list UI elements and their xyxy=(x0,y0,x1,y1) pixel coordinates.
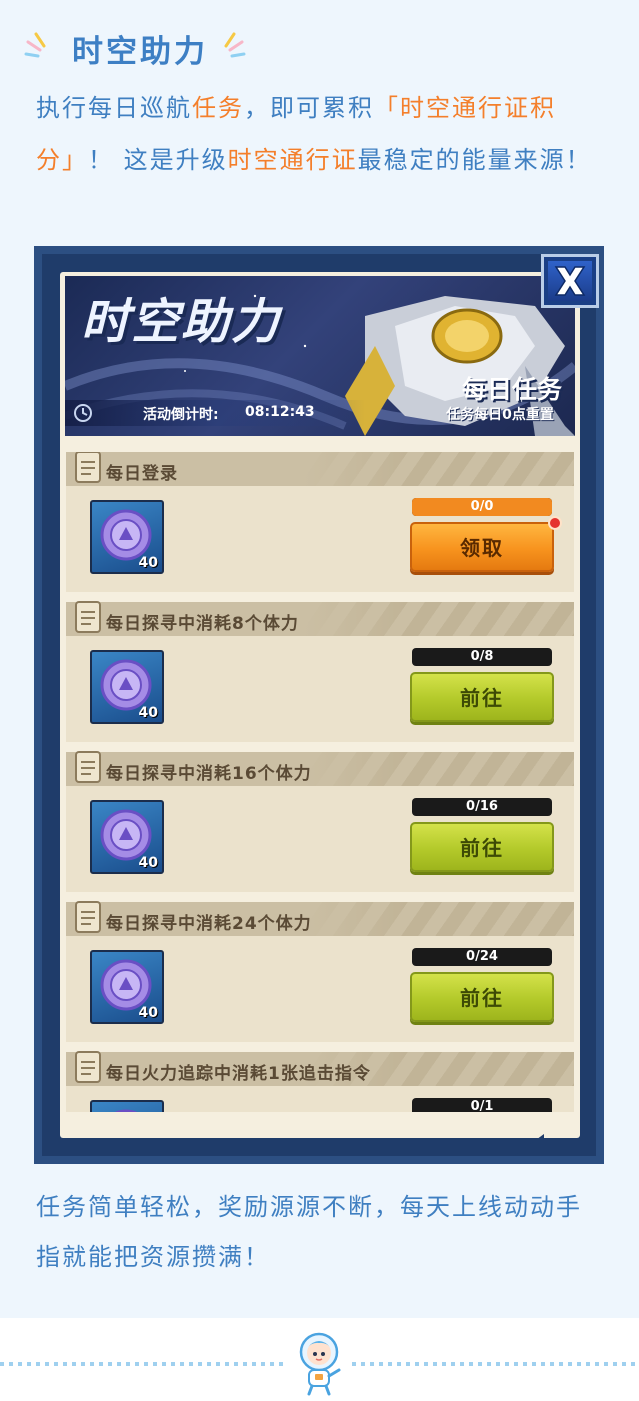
intro-text: ！ 这是升级 xyxy=(88,146,228,174)
reward-item[interactable]: 40 xyxy=(90,650,164,724)
progress-text: 0/8 xyxy=(470,649,494,664)
intro-text: ，即可累积 xyxy=(244,94,374,122)
x-close-icon xyxy=(554,266,586,296)
task-row: 每日探寻中消耗16个体力 40 0/16 前往 xyxy=(66,751,574,892)
sparkle-left-icon xyxy=(24,32,46,58)
dotted-divider-left xyxy=(0,1362,288,1366)
go-button[interactable]: 前往 xyxy=(410,672,554,722)
reward-count: 40 xyxy=(138,555,158,571)
intro-text: 最稳定的能量来源！ xyxy=(357,146,592,174)
scroll-icon xyxy=(75,1051,101,1083)
frame-corner-notch xyxy=(514,1134,544,1156)
scroll-icon xyxy=(75,601,101,633)
scroll-icon xyxy=(75,901,101,933)
task-title: 每日探寻中消耗8个体力 xyxy=(106,614,299,634)
sparkle-right-icon xyxy=(224,32,246,58)
progress-bar: 0/16 xyxy=(412,798,552,816)
progress-bar: 0/0 xyxy=(412,498,552,516)
reward-count: 40 xyxy=(138,855,158,871)
task-panel: 时空助力 每日任务 任务每日0点重置 活动倒计时: 08:12:43 每日登录 xyxy=(60,272,580,1138)
task-row: 每日火力追踪中消耗1张追击指令 0/1 xyxy=(66,1051,574,1112)
intro-text: 执行每日巡航 xyxy=(36,94,192,122)
task-title: 每日登录 xyxy=(106,464,178,484)
task-title: 每日探寻中消耗24个体力 xyxy=(106,914,312,934)
reward-count: 40 xyxy=(138,705,158,721)
section-title: 时空助力 xyxy=(72,34,208,70)
event-banner: 时空助力 每日任务 任务每日0点重置 活动倒计时: 08:12:43 xyxy=(65,276,575,436)
task-row: 每日登录 40 0/0 领取 xyxy=(66,452,574,592)
daily-reset-note: 任务每日0点重置 xyxy=(446,407,554,423)
task-title: 每日探寻中消耗16个体力 xyxy=(106,764,312,784)
claim-button[interactable]: 领取 xyxy=(410,522,554,572)
reward-item[interactable]: 40 xyxy=(90,800,164,874)
progress-bar: 0/24 xyxy=(412,948,552,966)
reward-item[interactable]: 40 xyxy=(90,950,164,1024)
countdown-label: 活动倒计时: xyxy=(143,407,219,423)
task-list[interactable]: 每日登录 40 0/0 领取 每日探寻中消耗8个体力 40 0/8 前往 每日探… xyxy=(60,452,580,1112)
progress-text: 0/16 xyxy=(466,799,498,814)
dotted-divider-right xyxy=(352,1362,639,1366)
progress-bar: 0/1 xyxy=(412,1098,552,1112)
reward-count: 40 xyxy=(138,1005,158,1021)
progress-text: 0/1 xyxy=(470,1099,494,1112)
countdown-value: 08:12:43 xyxy=(245,404,315,420)
reward-item[interactable]: 40 xyxy=(90,500,164,574)
progress-bar: 0/8 xyxy=(412,648,552,666)
intro-highlight-task: 任务 xyxy=(192,94,244,122)
progress-text: 0/0 xyxy=(470,499,494,514)
close-button-face xyxy=(548,261,592,301)
scroll-icon xyxy=(75,452,101,483)
close-button[interactable] xyxy=(541,254,599,308)
banner-title: 时空助力 xyxy=(81,294,282,350)
intro-highlight-pass: 时空通行证 xyxy=(227,146,358,174)
daily-tasks-title: 每日任务 xyxy=(461,375,562,404)
task-row: 每日探寻中消耗8个体力 40 0/8 前往 xyxy=(66,601,574,742)
task-title: 每日火力追踪中消耗1张追击指令 xyxy=(106,1064,371,1084)
task-row: 每日探寻中消耗24个体力 40 0/24 前往 xyxy=(66,901,574,1042)
game-screenshot: 时空助力 每日任务 任务每日0点重置 活动倒计时: 08:12:43 每日登录 xyxy=(34,246,604,1164)
scroll-icon xyxy=(75,751,101,783)
clock-icon xyxy=(74,404,92,422)
notification-dot xyxy=(548,516,562,530)
pass-point-icon xyxy=(115,1109,137,1112)
section-header: 时空助力 xyxy=(20,22,280,70)
astronaut-mascot-icon xyxy=(299,1332,341,1396)
countdown-bar: 活动倒计时: 08:12:43 xyxy=(65,400,365,426)
progress-text: 0/24 xyxy=(466,949,498,964)
intro-paragraph: 执行每日巡航任务，即可累积「时空通行证积分」！ 这是升级时空通行证最稳定的能量来… xyxy=(36,82,606,186)
go-button[interactable]: 前往 xyxy=(410,972,554,1022)
go-button[interactable]: 前往 xyxy=(410,822,554,872)
outro-paragraph: 任务简单轻松，奖励源源不断，每天上线动动手指就能把资源攒满！ xyxy=(36,1193,582,1271)
reward-item[interactable] xyxy=(90,1100,164,1112)
